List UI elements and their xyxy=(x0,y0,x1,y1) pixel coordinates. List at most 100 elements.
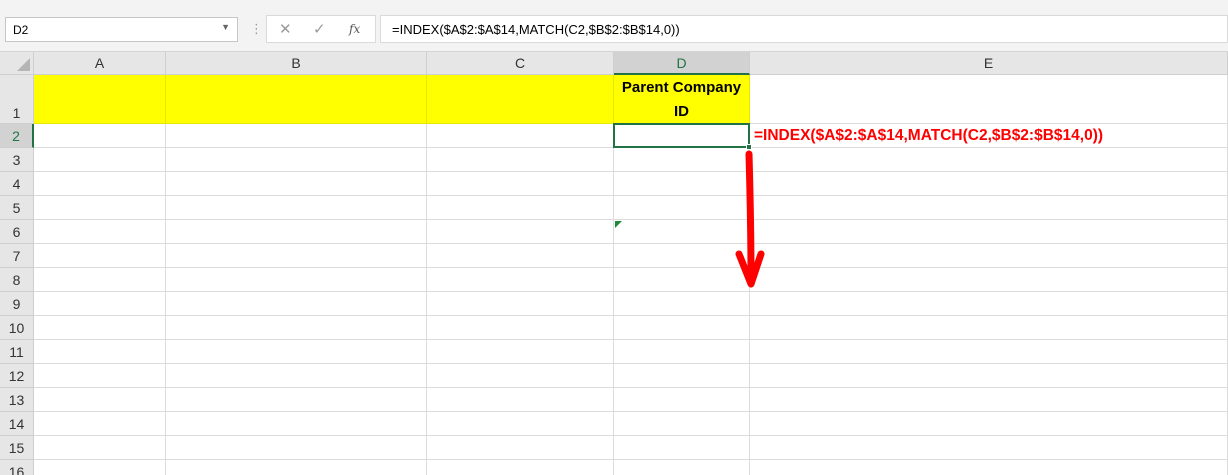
row-header-15[interactable]: 15 xyxy=(0,436,34,460)
cell-parent-company[interactable] xyxy=(427,316,614,340)
row-header-4[interactable]: 4 xyxy=(0,172,34,196)
enter-icon[interactable]: ✓ xyxy=(313,20,326,38)
cell-parent-company[interactable] xyxy=(427,196,614,220)
cell-company-id[interactable] xyxy=(34,292,166,316)
row-header-6[interactable]: 6 xyxy=(0,220,34,244)
cell-company[interactable] xyxy=(166,124,427,148)
cell-company-id[interactable] xyxy=(34,388,166,412)
cell-company-id[interactable] xyxy=(34,244,166,268)
column-header-c[interactable]: C xyxy=(427,52,614,75)
cell-parent-company-id[interactable] xyxy=(614,412,750,436)
cell-parent-company[interactable] xyxy=(427,292,614,316)
row-header-13[interactable]: 13 xyxy=(0,388,34,412)
cell-company[interactable] xyxy=(166,244,427,268)
cell-company-id[interactable] xyxy=(34,364,166,388)
cell-e[interactable] xyxy=(750,148,1228,172)
row-header-7[interactable]: 7 xyxy=(0,244,34,268)
cell-e[interactable] xyxy=(750,340,1228,364)
column-header-a[interactable]: A xyxy=(34,52,166,75)
cell-company[interactable] xyxy=(166,340,427,364)
column-header-b[interactable]: B xyxy=(166,52,427,75)
header-company[interactable] xyxy=(166,75,427,124)
cell-parent-company[interactable] xyxy=(427,148,614,172)
cell-company-id[interactable] xyxy=(34,220,166,244)
cell-e[interactable] xyxy=(750,268,1228,292)
header-company-id[interactable] xyxy=(34,75,166,124)
cell-e[interactable] xyxy=(750,412,1228,436)
cell-parent-company[interactable] xyxy=(427,340,614,364)
empty-cell[interactable] xyxy=(750,460,1228,475)
cell-company[interactable] xyxy=(166,316,427,340)
cell-parent-company-id[interactable] xyxy=(614,292,750,316)
cell-company[interactable] xyxy=(166,388,427,412)
cell-e[interactable] xyxy=(750,196,1228,220)
cell-company[interactable] xyxy=(166,292,427,316)
cell-company-id[interactable] xyxy=(34,148,166,172)
empty-cell[interactable] xyxy=(34,460,166,475)
cell-company[interactable] xyxy=(166,268,427,292)
cell-parent-company-id[interactable] xyxy=(614,388,750,412)
cell-company[interactable] xyxy=(166,196,427,220)
row-header-16[interactable]: 16 xyxy=(0,460,34,475)
empty-cell[interactable] xyxy=(166,436,427,460)
cell-company[interactable] xyxy=(166,364,427,388)
cell-parent-company[interactable] xyxy=(427,364,614,388)
row-header-3[interactable]: 3 xyxy=(0,148,34,172)
header-parent-company[interactable] xyxy=(427,75,614,124)
cell-parent-company-id[interactable] xyxy=(614,196,750,220)
cell-e[interactable] xyxy=(750,388,1228,412)
cell-e[interactable] xyxy=(750,220,1228,244)
cell-company-id[interactable] xyxy=(34,172,166,196)
formula-input[interactable]: =INDEX($A$2:$A$14,MATCH(C2,$B$2:$B$14,0)… xyxy=(380,15,1228,43)
cell-parent-company-id[interactable] xyxy=(614,316,750,340)
row-header-1[interactable]: 1 xyxy=(0,75,34,124)
cell-parent-company[interactable] xyxy=(427,388,614,412)
row-header-11[interactable]: 11 xyxy=(0,340,34,364)
empty-cell[interactable] xyxy=(34,436,166,460)
cell-e1[interactable] xyxy=(750,75,1228,124)
cell-company-id[interactable] xyxy=(34,268,166,292)
select-all-button[interactable] xyxy=(0,52,34,75)
row-header-12[interactable]: 12 xyxy=(0,364,34,388)
cell-company-id[interactable] xyxy=(34,196,166,220)
empty-cell[interactable] xyxy=(614,436,750,460)
cell-parent-company-id[interactable] xyxy=(614,364,750,388)
cell-company[interactable] xyxy=(166,412,427,436)
empty-cell[interactable] xyxy=(427,460,614,475)
empty-cell[interactable] xyxy=(166,460,427,475)
column-header-e[interactable]: E xyxy=(750,52,1228,75)
cell-parent-company-id[interactable] xyxy=(614,220,750,244)
cell-parent-company-id[interactable] xyxy=(614,148,750,172)
cell-company-id[interactable] xyxy=(34,340,166,364)
cell-company[interactable] xyxy=(166,220,427,244)
cancel-icon[interactable]: ✕ xyxy=(279,20,292,38)
cell-company-id[interactable] xyxy=(34,412,166,436)
cell-parent-company-id[interactable] xyxy=(614,268,750,292)
row-header-8[interactable]: 8 xyxy=(0,268,34,292)
cell-e[interactable] xyxy=(750,316,1228,340)
row-header-14[interactable]: 14 xyxy=(0,412,34,436)
cell-parent-company-id[interactable] xyxy=(614,124,750,148)
cell-parent-company[interactable] xyxy=(427,268,614,292)
empty-cell[interactable] xyxy=(614,460,750,475)
cell-e[interactable] xyxy=(750,292,1228,316)
row-header-9[interactable]: 9 xyxy=(0,292,34,316)
row-header-5[interactable]: 5 xyxy=(0,196,34,220)
cell-parent-company-id[interactable] xyxy=(614,244,750,268)
cell-company-id[interactable] xyxy=(34,316,166,340)
cell-parent-company[interactable] xyxy=(427,220,614,244)
empty-cell[interactable] xyxy=(750,436,1228,460)
header-parent-company-id[interactable]: Parent Company ID xyxy=(614,75,750,124)
column-header-d[interactable]: D xyxy=(614,52,750,75)
cell-e[interactable] xyxy=(750,172,1228,196)
chevron-down-icon[interactable]: ▼ xyxy=(221,22,230,32)
cell-company-id[interactable] xyxy=(34,124,166,148)
cell-company[interactable] xyxy=(166,148,427,172)
insert-function-icon[interactable]: fx xyxy=(349,22,360,36)
cell-parent-company[interactable] xyxy=(427,172,614,196)
cell-e[interactable] xyxy=(750,244,1228,268)
cell-parent-company-id[interactable] xyxy=(614,340,750,364)
cell-parent-company[interactable] xyxy=(427,244,614,268)
cell-e[interactable] xyxy=(750,364,1228,388)
row-header-2[interactable]: 2 xyxy=(0,124,34,148)
